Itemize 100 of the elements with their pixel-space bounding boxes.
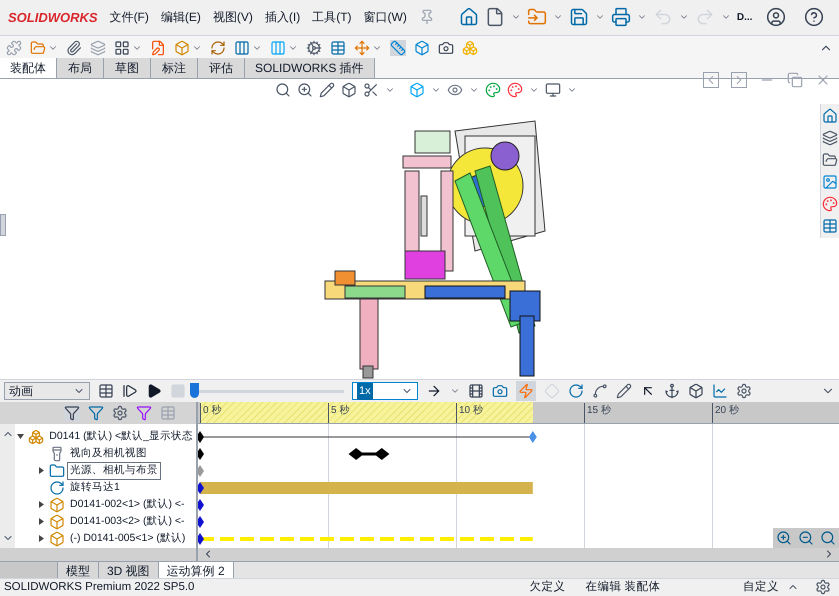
- key-diamond[interactable]: [198, 448, 204, 460]
- results-plot-icon[interactable]: [712, 383, 728, 400]
- zoom-in-icon[interactable]: [776, 530, 792, 546]
- image-icon[interactable]: [822, 174, 838, 190]
- expand-triangle-icon[interactable]: [38, 501, 44, 508]
- menu-item[interactable]: 编辑(E): [160, 8, 201, 26]
- edit-file-icon[interactable]: [150, 40, 166, 56]
- panel-left-icon[interactable]: [703, 72, 719, 88]
- study-type-select[interactable]: 动画: [4, 382, 90, 400]
- key-pair-marker[interactable]: [348, 448, 390, 460]
- expand-triangle-icon[interactable]: [38, 535, 44, 542]
- list-icon[interactable]: [822, 218, 838, 234]
- folder-icon[interactable]: [526, 7, 547, 28]
- command-tab[interactable]: SOLIDWORKS 插件: [245, 58, 375, 78]
- help-icon[interactable]: [804, 7, 824, 28]
- key-diamond[interactable]: [198, 482, 204, 494]
- zoom-fit-icon[interactable]: [820, 530, 836, 546]
- edit-mode-status: 在编辑 装配体: [585, 580, 661, 595]
- autokey-icon[interactable]: [516, 381, 536, 402]
- gears-icon[interactable]: [306, 40, 322, 56]
- palette-icon[interactable]: [507, 82, 523, 98]
- command-tab[interactable]: 布局: [57, 58, 104, 78]
- tree-item[interactable]: D0141 (默认) <默认_显示状态: [46, 428, 196, 446]
- camera-icon[interactable]: [438, 40, 454, 56]
- menu-item[interactable]: 视图(V): [212, 8, 253, 26]
- side-panel-handle[interactable]: [0, 214, 6, 236]
- time-tick-label: 20 秒: [712, 403, 739, 424]
- cube-icon[interactable]: [409, 82, 425, 98]
- tree-item[interactable]: 视向及相机视图: [67, 444, 150, 463]
- zoom-out-icon[interactable]: [798, 530, 814, 546]
- columns-icon[interactable]: [234, 40, 250, 56]
- horizontal-scrollbar[interactable]: [198, 548, 839, 561]
- settings-icon[interactable]: [736, 383, 752, 400]
- monitor-icon[interactable]: [545, 82, 561, 98]
- key-diamond[interactable]: [198, 431, 204, 444]
- tree-item[interactable]: (-) D0141-005<1> (默认): [67, 530, 188, 548]
- puzzle-icon[interactable]: [6, 40, 22, 56]
- study-tab[interactable]: 运动算例 2: [158, 562, 234, 578]
- expand-triangle-icon[interactable]: [38, 467, 44, 474]
- box-icon[interactable]: [414, 40, 430, 56]
- horizontal-scrollbar[interactable]: [0, 548, 196, 561]
- home-icon[interactable]: [822, 108, 838, 124]
- part-icon: [49, 530, 65, 547]
- expand-triangle-icon[interactable]: [38, 518, 44, 526]
- folder-icon[interactable]: [30, 40, 46, 56]
- boxes-icon: [28, 428, 44, 445]
- ruler-icon[interactable]: [390, 40, 406, 56]
- table-icon[interactable]: [330, 40, 346, 56]
- tree-item[interactable]: 旋转马达1: [67, 478, 123, 497]
- study-tab[interactable]: 3D 视图: [99, 562, 159, 578]
- tree-item[interactable]: D0141-003<2> (默认) <-: [67, 512, 188, 531]
- menu-item[interactable]: 文件(F): [110, 8, 149, 26]
- restore-icon[interactable]: [787, 72, 803, 88]
- key-diamond[interactable]: [198, 533, 204, 546]
- menu-item[interactable]: 插入(I): [264, 8, 300, 26]
- command-tab[interactable]: 标注: [151, 58, 198, 78]
- home-icon[interactable]: [458, 7, 479, 28]
- key-diamond[interactable]: [198, 516, 204, 528]
- film-save-icon[interactable]: [468, 383, 484, 400]
- panel-right-icon[interactable]: [731, 72, 747, 88]
- tree-item[interactable]: D0141-002<1> (默认) <-: [67, 496, 188, 514]
- paperclip-icon[interactable]: [66, 40, 82, 56]
- units-status[interactable]: 自定义: [743, 578, 779, 596]
- zoom-area-icon[interactable]: [297, 82, 313, 98]
- speed-select[interactable]: 1x: [352, 382, 418, 400]
- pencil-icon[interactable]: [319, 82, 335, 98]
- document-label[interactable]: D...: [736, 10, 752, 25]
- motor-icon[interactable]: [568, 383, 584, 400]
- menu-item[interactable]: 窗口(W): [364, 8, 407, 26]
- save-icon[interactable]: [568, 7, 589, 28]
- vertical-scrollbar[interactable]: [0, 424, 15, 548]
- play-icon[interactable]: [146, 383, 162, 400]
- motor-icon: [49, 480, 65, 496]
- command-tab[interactable]: 评估: [198, 58, 245, 78]
- layers-icon[interactable]: [822, 130, 838, 146]
- camera-icon[interactable]: [492, 383, 508, 400]
- grid-icon[interactable]: [114, 40, 130, 56]
- refresh-icon[interactable]: [210, 40, 226, 56]
- tree-item[interactable]: 光源、相机与布景: [67, 462, 161, 480]
- play-from-start-icon[interactable]: [122, 383, 138, 400]
- new-file-icon[interactable]: [484, 7, 505, 28]
- collapse-triangle-icon[interactable]: [17, 434, 24, 440]
- user-icon[interactable]: [766, 7, 786, 28]
- print-icon[interactable]: [610, 7, 631, 28]
- command-tab[interactable]: 草图: [104, 58, 151, 78]
- move-icon[interactable]: [354, 40, 370, 56]
- palette-icon[interactable]: [822, 196, 838, 212]
- columns-icon[interactable]: [270, 40, 286, 56]
- key-diamond[interactable]: [198, 499, 204, 512]
- slider-thumb[interactable]: [190, 383, 199, 398]
- settings-icon[interactable]: [815, 579, 831, 596]
- time-tick-label: 15 秒: [584, 403, 611, 424]
- command-tab[interactable]: 装配体: [0, 58, 57, 78]
- part-icon: [49, 496, 65, 513]
- menu-item[interactable]: 工具(T): [312, 8, 352, 26]
- study-tab[interactable]: 模型: [58, 562, 99, 578]
- zoom-fit-icon[interactable]: [275, 82, 291, 98]
- folder-icon[interactable]: [822, 152, 838, 168]
- palette-icon[interactable]: [485, 82, 501, 98]
- box-icon[interactable]: [341, 82, 357, 98]
